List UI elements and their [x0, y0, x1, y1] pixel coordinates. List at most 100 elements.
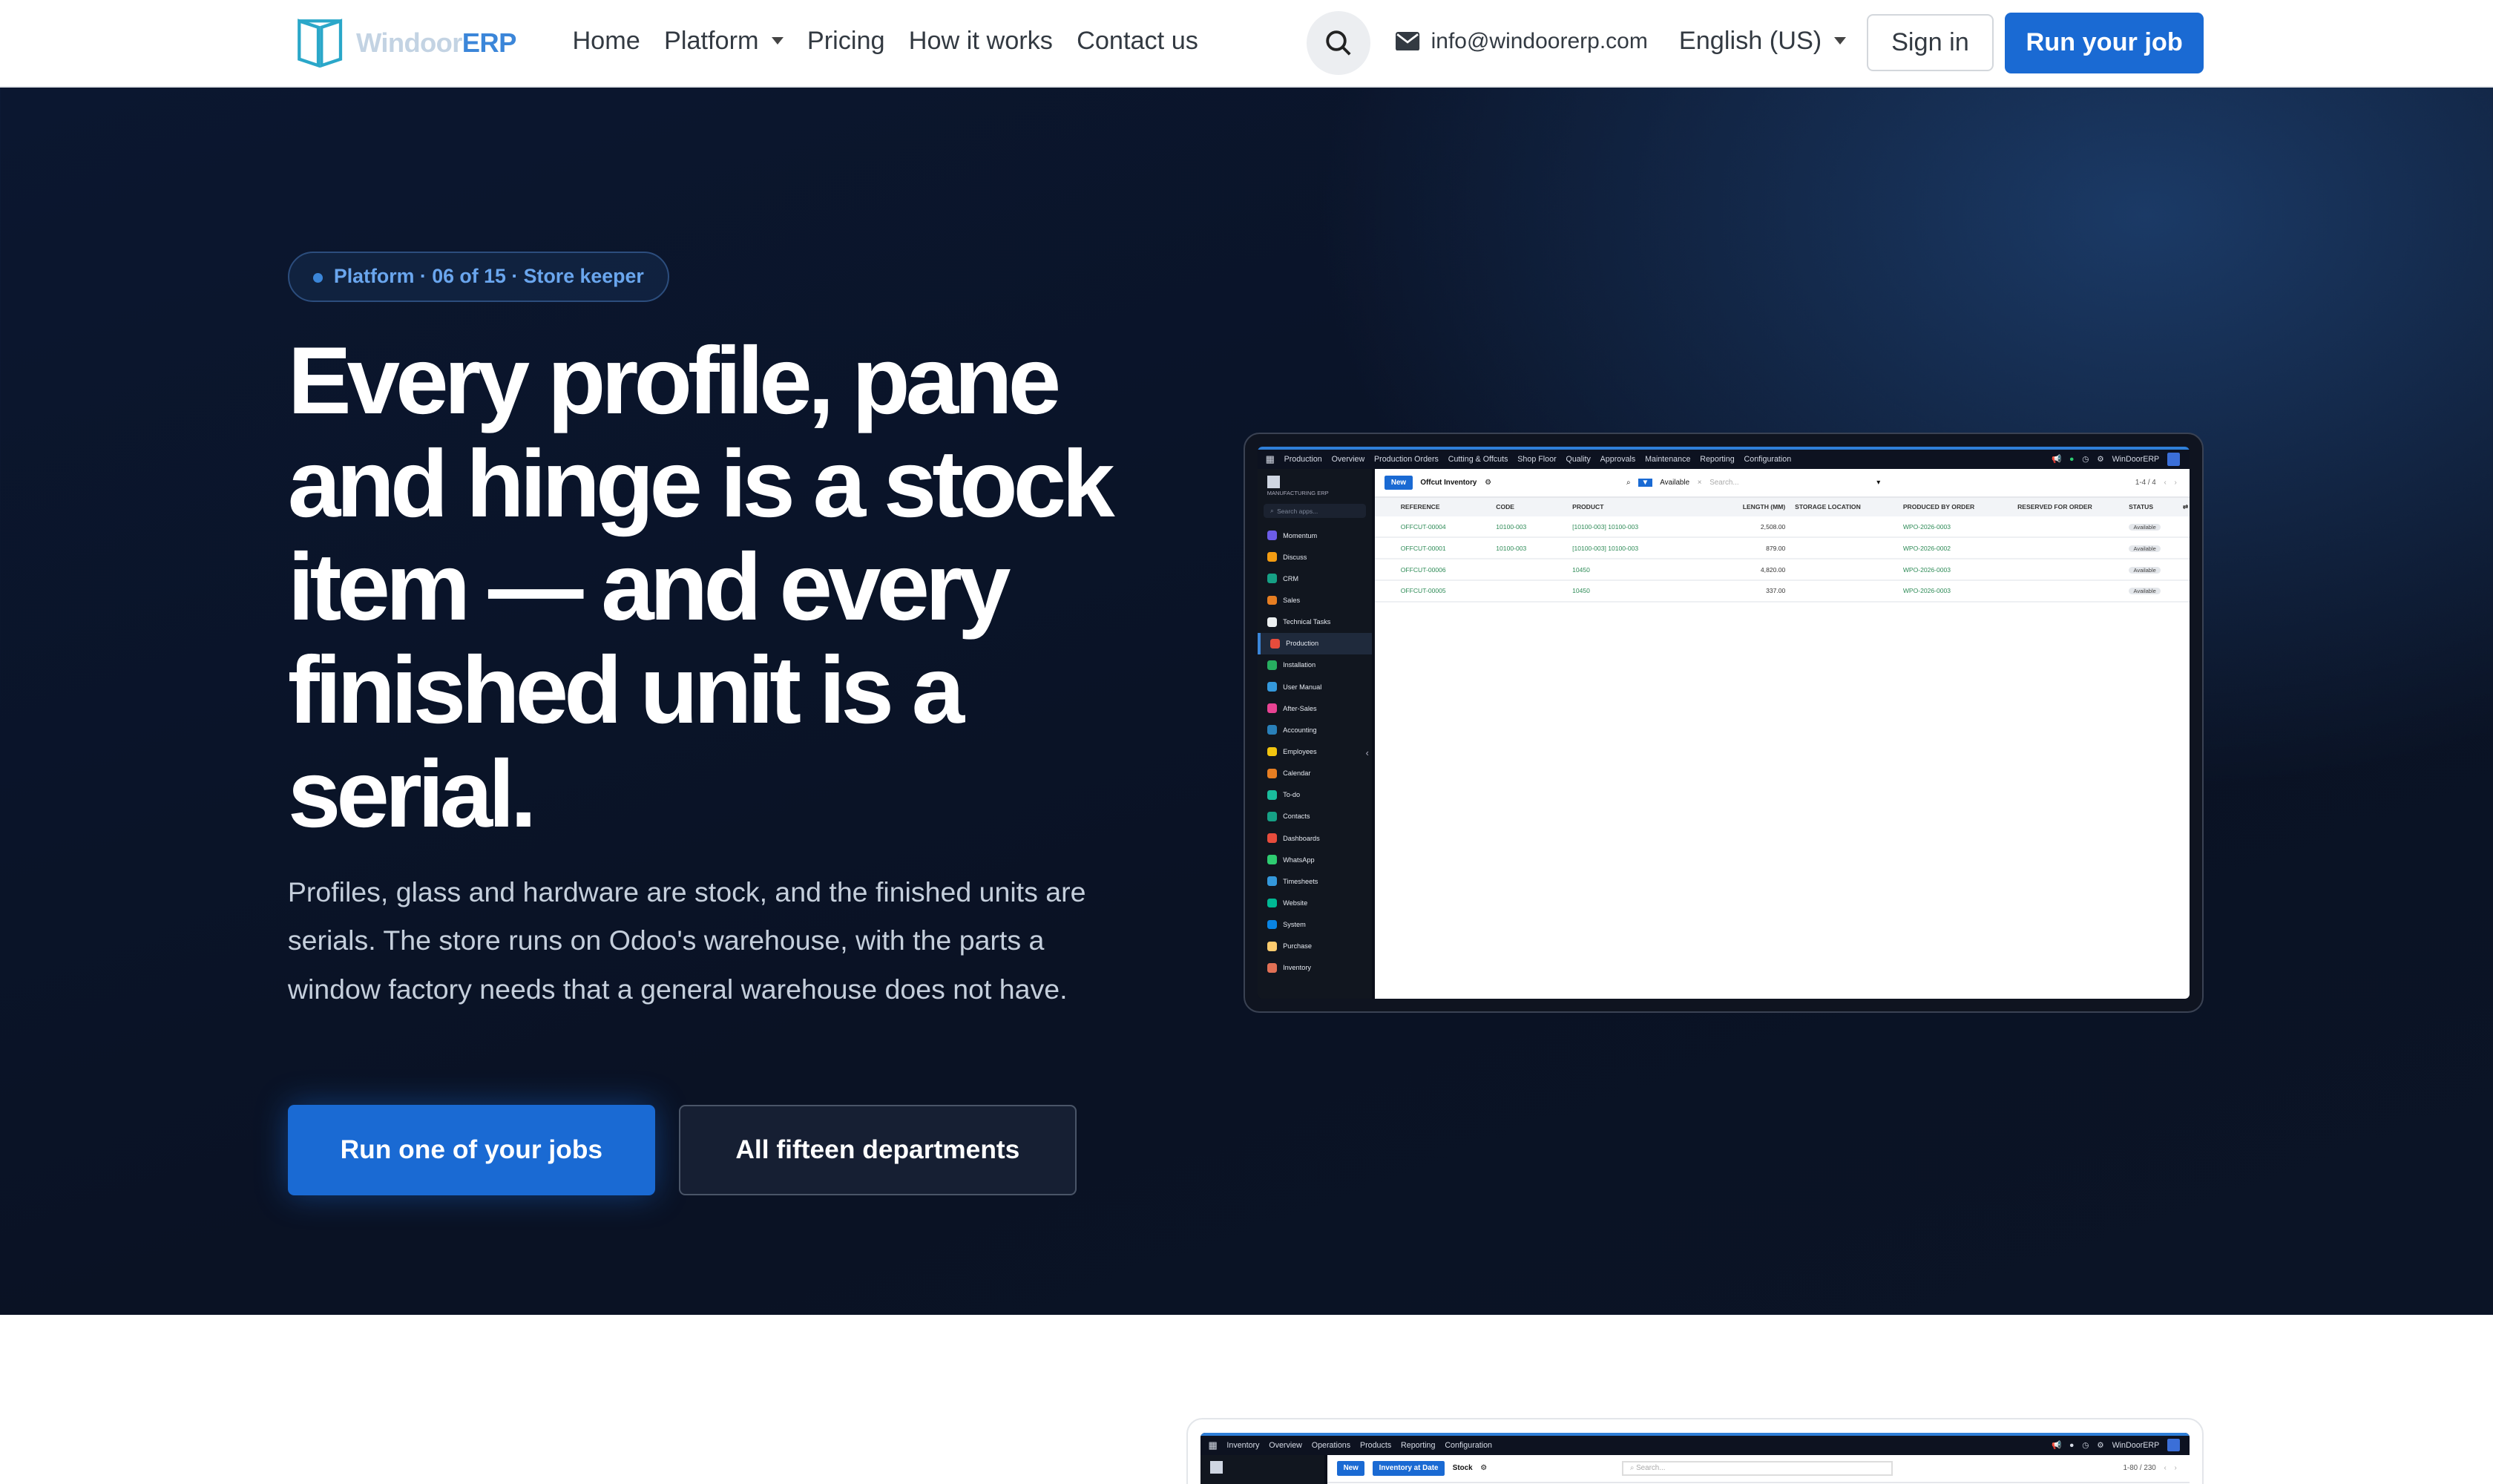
app-menu-maintenance[interactable]: Maintenance — [1645, 455, 1690, 464]
sidebar-item[interactable]: Production — [1257, 632, 1373, 654]
app-icon — [1267, 682, 1277, 692]
sidebar-item[interactable]: Inventory — [1258, 957, 1372, 979]
app-menu-overview[interactable]: Overview — [1332, 455, 1365, 464]
language-selector[interactable]: English (US) — [1679, 27, 1847, 56]
sidebar-item[interactable]: User Manual — [1258, 676, 1372, 697]
app-menu-orders[interactable]: Production Orders — [1374, 455, 1439, 464]
prev-page-icon[interactable]: ‹ — [2164, 1464, 2167, 1472]
col-product[interactable]: PRODUCT — [1572, 503, 1725, 510]
clock-icon[interactable]: ◷ — [2082, 1440, 2089, 1450]
inv-menu-operations[interactable]: Operations — [1312, 1441, 1350, 1450]
avatar[interactable] — [2167, 453, 2181, 466]
sidebar-item[interactable]: Dashboards — [1258, 827, 1372, 849]
signin-button[interactable]: Sign in — [1866, 14, 1994, 72]
next-page-icon[interactable]: › — [2174, 479, 2176, 487]
col-location[interactable]: STORAGE LOCATION — [1795, 503, 1903, 510]
nav-how-it-works[interactable]: How it works — [909, 27, 1053, 56]
table-row[interactable]: OFFCUT-00004 10100-003 [10100-003] 10100-0… — [1375, 516, 2190, 539]
col-code[interactable]: CODE — [1496, 503, 1572, 510]
inv-menu-products[interactable]: Products — [1360, 1441, 1391, 1450]
sidebar-item[interactable]: Calendar — [1258, 763, 1372, 784]
sidebar-item[interactable]: CRM — [1258, 568, 1372, 589]
cell-produced: WPO-2026-0003 — [1902, 587, 1951, 595]
nav-pricing[interactable]: Pricing — [807, 27, 885, 56]
inventory-at-date-button[interactable]: Inventory at Date — [1373, 1461, 1445, 1476]
chat-icon[interactable]: ● — [2069, 1441, 2074, 1450]
app-menu-production[interactable]: Production — [1284, 455, 1322, 464]
gear-icon[interactable]: ⚙ — [2097, 1440, 2104, 1450]
all-departments-button[interactable]: All fifteen departments — [679, 1105, 1077, 1196]
sidebar-item[interactable]: Timesheets — [1258, 870, 1372, 892]
col-produced[interactable]: PRODUCED BY ORDER — [1903, 503, 2017, 510]
settings-icon[interactable]: ⚙ — [1480, 1464, 1487, 1472]
app-menu-shopfloor[interactable]: Shop Floor — [1517, 455, 1556, 464]
inv-menu-reporting[interactable]: Reporting — [1401, 1441, 1435, 1450]
next-page-icon[interactable]: › — [2174, 1464, 2176, 1472]
sidebar-item[interactable]: System — [1258, 914, 1372, 936]
sidebar-item[interactable]: Employees — [1258, 741, 1372, 762]
avatar[interactable] — [2167, 1439, 2181, 1452]
filter-facet[interactable]: Available — [1660, 479, 1689, 487]
app-menu-approvals[interactable]: Approvals — [1600, 455, 1636, 464]
sidebar-item[interactable]: Sales — [1258, 589, 1372, 611]
sidebar-item[interactable]: WhatsApp — [1258, 849, 1372, 870]
apps-grid-icon[interactable]: ▦ — [1266, 453, 1275, 465]
inv-menu-overview[interactable]: Overview — [1269, 1441, 1302, 1450]
col-reserved[interactable]: RESERVED FOR ORDER — [2017, 503, 2129, 510]
inv-menu-inventory[interactable]: Inventory — [1226, 1441, 1259, 1450]
sidebar-item[interactable]: Accounting — [1258, 719, 1372, 741]
gear-icon[interactable]: ⚙ — [2097, 454, 2104, 464]
search-options-icon[interactable]: ▾ — [1876, 479, 1880, 487]
hero-headline: Every profile, pane and hinge is a stock… — [287, 327, 1115, 847]
search-button[interactable] — [1307, 11, 1371, 75]
hero-section: Platform · 06 of 15 · Store keeper Every… — [0, 87, 2493, 1316]
sidebar-search[interactable]: ⌕ Search apps... — [1264, 504, 1366, 519]
sidebar-item[interactable]: Discuss — [1258, 546, 1372, 568]
email-link[interactable]: info@windoorerp.com — [1396, 29, 1648, 54]
sidebar-item[interactable]: Purchase — [1258, 936, 1372, 957]
run-one-job-button[interactable]: Run one of your jobs — [287, 1105, 655, 1196]
table-row[interactable]: OFFCUT-00006 10450 4,820.00 WPO-2026-0003 Av… — [1375, 559, 2190, 582]
megaphone-icon[interactable]: 📢 — [2052, 1440, 2061, 1450]
app-menu-quality[interactable]: Quality — [1566, 455, 1591, 464]
sidebar-item[interactable]: Website — [1258, 892, 1372, 913]
search-icon: ⌕ — [1626, 478, 1631, 487]
sidebar-item[interactable]: After-Sales — [1258, 697, 1372, 719]
settings-icon[interactable]: ⚙ — [1485, 479, 1491, 487]
facet-close-icon[interactable]: × — [1698, 479, 1702, 487]
sidebar-item[interactable]: Momentum — [1258, 525, 1372, 546]
collapse-icon[interactable]: ‹ — [1366, 747, 1369, 758]
sidebar-item[interactable]: To-do — [1258, 784, 1372, 806]
col-status[interactable]: STATUS — [2129, 503, 2183, 510]
sidebar-item[interactable]: Installation — [1258, 654, 1372, 676]
search-input[interactable]: Search... — [1709, 479, 1868, 487]
table-row[interactable]: OFFCUT-00001 10100-003 [10100-003] 10100-0… — [1375, 538, 2190, 560]
app-icon — [1267, 941, 1277, 951]
col-reference[interactable]: REFERENCE — [1401, 503, 1497, 510]
nav-contact[interactable]: Contact us — [1077, 27, 1198, 56]
apps-grid-icon[interactable]: ▦ — [1208, 1439, 1217, 1451]
prev-page-icon[interactable]: ‹ — [2164, 479, 2166, 487]
nav-home[interactable]: Home — [572, 27, 640, 56]
app-menu-cutting[interactable]: Cutting & Offcuts — [1448, 455, 1508, 464]
col-length[interactable]: LENGTH (MM) — [1725, 503, 1795, 510]
sidebar-item[interactable]: Contacts — [1258, 806, 1372, 827]
clock-icon[interactable]: ◷ — [2082, 454, 2089, 464]
app-menu-reporting[interactable]: Reporting — [1700, 455, 1734, 464]
app-menu-configuration[interactable]: Configuration — [1744, 455, 1792, 464]
new-button[interactable]: New — [1385, 475, 1413, 490]
hero-subtitle: Profiles, glass and hardware are stock, … — [287, 876, 1086, 1005]
run-your-job-button[interactable]: Run your job — [2005, 13, 2204, 73]
sidebar-item[interactable]: Technical Tasks — [1258, 611, 1372, 633]
inv-menu-configuration[interactable]: Configuration — [1445, 1441, 1492, 1450]
inv-new-button[interactable]: New — [1337, 1461, 1365, 1476]
chat-icon[interactable]: ● — [2069, 455, 2074, 464]
nav-platform[interactable]: Platform — [664, 27, 784, 56]
table-row[interactable]: OFFCUT-00005 10450 337.00 WPO-2026-0003 Avai… — [1375, 581, 2190, 603]
megaphone-icon[interactable]: 📢 — [2052, 454, 2061, 464]
optional-columns-icon[interactable]: ⇄ — [2183, 503, 2190, 511]
inventory-sidebar — [1200, 1454, 1324, 1484]
inventory-search-input[interactable]: ⌕ Search... — [1622, 1461, 1893, 1476]
filter-icon[interactable]: ▼ — [1638, 478, 1652, 487]
logo[interactable]: WindoorERP — [296, 18, 516, 69]
